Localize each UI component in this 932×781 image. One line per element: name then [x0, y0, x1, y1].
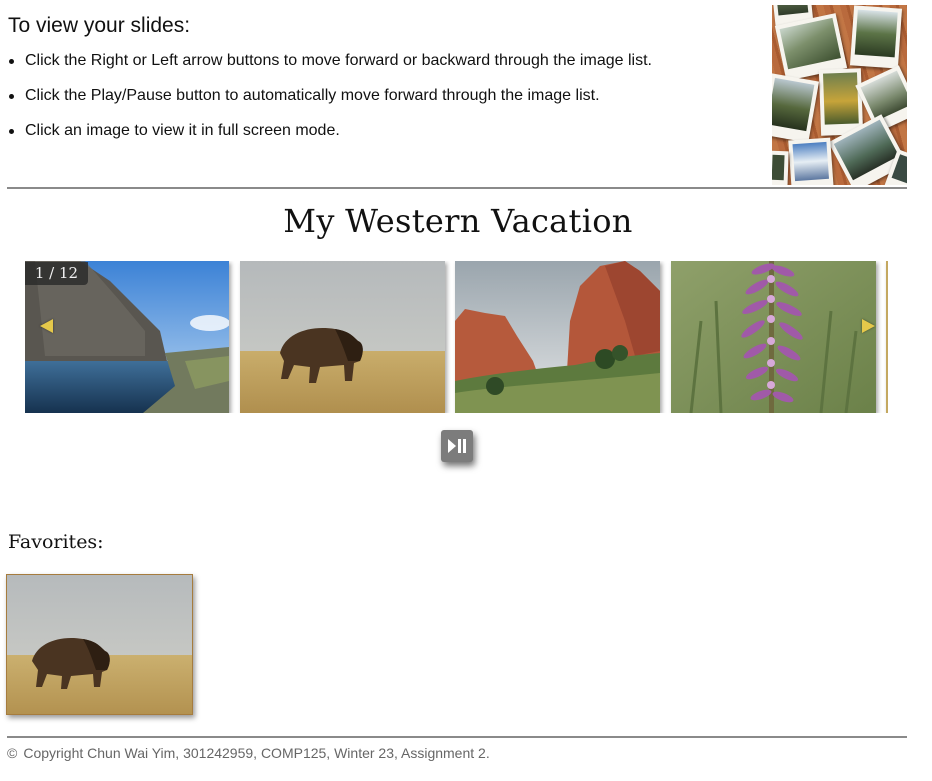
divider-bottom	[7, 736, 907, 738]
divider-top	[7, 187, 907, 189]
slide-image-bison[interactable]	[240, 261, 445, 413]
footer-text: Copyright Chun Wai Yim, 301242959, COMP1…	[23, 745, 490, 761]
slideshow-title: My Western Vacation	[283, 202, 633, 240]
play-pause-button[interactable]	[441, 430, 473, 462]
slide-counter: 1 / 12	[25, 262, 88, 285]
slide-image-wildflower[interactable]	[671, 261, 876, 413]
header-photo-collage	[772, 5, 907, 185]
slide-image-next-partial[interactable]	[886, 261, 888, 413]
footer: © Copyright Chun Wai Yim, 301242959, COMP…	[7, 745, 490, 761]
copyright-symbol: ©	[7, 745, 18, 761]
instructions-list: Click the Right or Left arrow buttons to…	[8, 51, 748, 141]
instruction-item: Click the Play/Pause button to automatic…	[8, 86, 748, 106]
instructions-heading: To view your slides:	[8, 14, 191, 37]
instruction-item: Click the Right or Left arrow buttons to…	[8, 51, 748, 71]
slideshow-carousel	[25, 261, 888, 413]
left-arrow-icon[interactable]	[40, 319, 53, 333]
right-arrow-icon[interactable]	[862, 319, 875, 333]
instruction-item: Click an image to view it in full screen…	[8, 121, 748, 141]
play-pause-icon	[447, 438, 467, 454]
instructions: To view your slides: Click the Right or …	[8, 12, 748, 156]
favorite-image-bison[interactable]	[6, 574, 193, 715]
favorites-title: Favorites:	[8, 531, 104, 553]
slide-image-red-rocks[interactable]	[455, 261, 660, 413]
